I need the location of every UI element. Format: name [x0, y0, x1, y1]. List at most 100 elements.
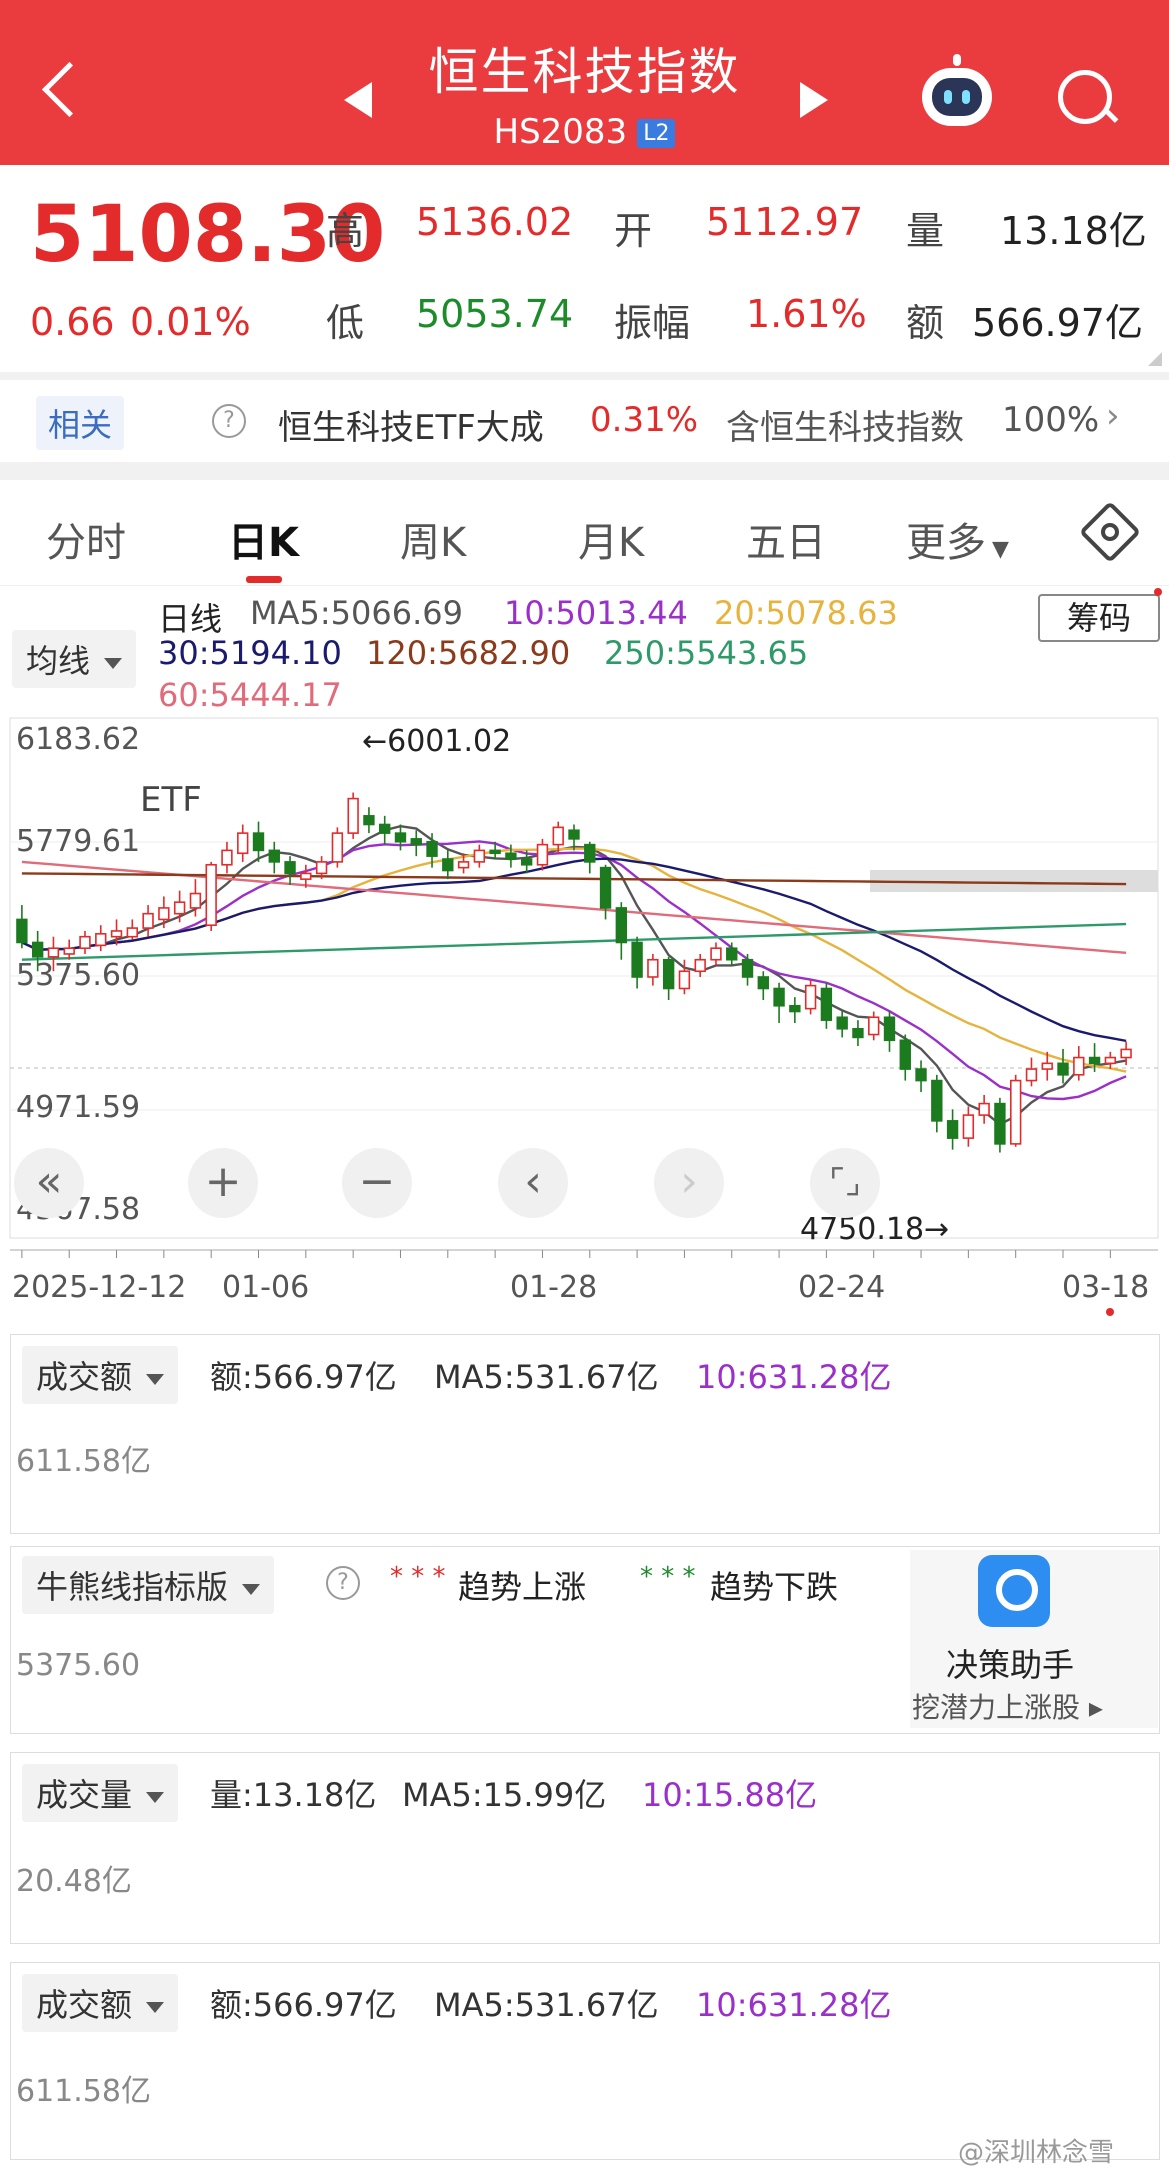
candle-body [394, 832, 407, 843]
x-label: 02-24 [798, 1270, 886, 1305]
candle-body [631, 941, 643, 978]
candle-body [189, 892, 202, 909]
candle-body [1025, 1068, 1038, 1082]
candle-body [536, 843, 549, 866]
trend-up-label: 趋势上涨 [458, 1568, 587, 1606]
candle-body [31, 941, 44, 958]
candle-body [804, 984, 817, 1010]
x-label: 01-06 [222, 1270, 310, 1305]
candle-body [599, 866, 612, 909]
scroll-right-button[interactable]: › [654, 1148, 724, 1218]
trend-down-label: 趋势下跌 [710, 1568, 839, 1606]
amount-dropdown-2[interactable]: 成交额 [22, 1974, 179, 2032]
latest-dot [1106, 1308, 1114, 1316]
candle-body [773, 987, 785, 1007]
amount-ma10-2: 10:631.28亿 [696, 1986, 892, 2024]
candle-body [694, 958, 706, 973]
volume-ma10: 10:15.88亿 [642, 1776, 818, 1814]
trend-down-dots: * * * [640, 1562, 696, 1592]
candle-body [379, 823, 391, 834]
y-label: 5375.60 [16, 958, 141, 993]
decision-assistant-icon[interactable] [978, 1555, 1050, 1627]
candle-body [79, 935, 91, 950]
chevron-down-icon [146, 1791, 165, 1803]
candle-body [252, 832, 265, 852]
candle-body [931, 1079, 943, 1122]
amount-ma10: 10:631.28亿 [696, 1358, 892, 1396]
candle-body [237, 832, 249, 855]
candle-body [710, 947, 722, 961]
help-icon[interactable]: ? [326, 1566, 360, 1600]
candle-body [852, 1027, 864, 1039]
amount-level: 611.58亿 [16, 1444, 151, 1479]
candle-body [899, 1039, 911, 1070]
candle-body [268, 849, 280, 863]
candle-body [442, 858, 454, 872]
candle-body [520, 858, 533, 866]
assistant-subtitle[interactable]: 挖潜力上涨股 ▸ [912, 1686, 1103, 1726]
chevron-down-icon [146, 1373, 165, 1385]
candle-body [1041, 1062, 1053, 1070]
candle-body [315, 861, 328, 875]
candle-body [505, 852, 517, 860]
candle-body [978, 1102, 990, 1116]
zoom-in-button[interactable]: + [188, 1148, 258, 1218]
candle-body [173, 901, 186, 915]
candle-body [1088, 1056, 1101, 1065]
fullscreen-button[interactable]: ⌜⌟ [810, 1148, 880, 1218]
candle-body [95, 933, 107, 947]
min-price-note: 4750.18→ [800, 1212, 950, 1247]
amount-ma5: MA5:531.67亿 [434, 1358, 659, 1396]
y-label: 6183.62 [16, 722, 141, 757]
candle-body [110, 930, 123, 938]
x-label: 03-18 [1062, 1270, 1150, 1305]
bull-bear-dropdown[interactable]: 牛熊线指标版 [22, 1556, 275, 1614]
candle-body [1073, 1056, 1085, 1076]
kline-frame [9, 717, 1159, 1239]
bull-bear-level: 5375.60 [16, 1648, 141, 1683]
zoom-out-button[interactable]: − [342, 1148, 412, 1218]
volume-ma5: MA5:15.99亿 [402, 1776, 607, 1814]
candle-body [741, 958, 754, 978]
candle-body [457, 861, 470, 869]
candle-body [426, 840, 438, 857]
volume-text: 量:13.18亿 [210, 1776, 377, 1814]
candle-body [16, 918, 28, 944]
scroll-left-button[interactable]: ‹ [498, 1148, 568, 1218]
candle-body [158, 907, 170, 921]
max-price-note: ←6001.02 [362, 724, 512, 759]
volume-dropdown[interactable]: 成交量 [22, 1764, 179, 1822]
candle-body [489, 849, 501, 855]
candle-body [63, 947, 75, 955]
amount-ma5-2: MA5:531.67亿 [434, 1986, 659, 2024]
trend-up-dots: * * * [390, 1562, 446, 1592]
candle-body [284, 861, 296, 875]
candle-body [331, 832, 344, 863]
watermark: @深圳林念雪 [958, 2138, 1115, 2168]
candle-body [757, 976, 769, 990]
candle-body [1104, 1056, 1117, 1065]
candle-body [615, 907, 628, 944]
candle-body [1120, 1048, 1132, 1059]
amount-dropdown[interactable]: 成交额 [22, 1346, 179, 1404]
candle-body [552, 826, 564, 846]
candle-body [994, 1102, 1006, 1145]
candle-body [1009, 1079, 1022, 1145]
candle-body [410, 838, 422, 846]
y-label: 4971.59 [16, 1090, 141, 1125]
candle-body [568, 829, 580, 840]
candle-body [883, 1016, 896, 1042]
candle-body [142, 912, 154, 929]
candle-body [726, 947, 738, 961]
candle-body [678, 970, 691, 990]
candle-body [962, 1114, 975, 1139]
assistant-title: 决策助手 [946, 1646, 1075, 1684]
candle-body [363, 815, 375, 826]
scroll-start-button[interactable]: « [14, 1148, 84, 1218]
candle-body [221, 849, 233, 866]
candle-body [647, 958, 659, 978]
candle-body [789, 1004, 801, 1013]
volume-level: 20.48亿 [16, 1864, 132, 1899]
chevron-down-icon [146, 2001, 165, 2013]
candle-body [473, 849, 486, 863]
